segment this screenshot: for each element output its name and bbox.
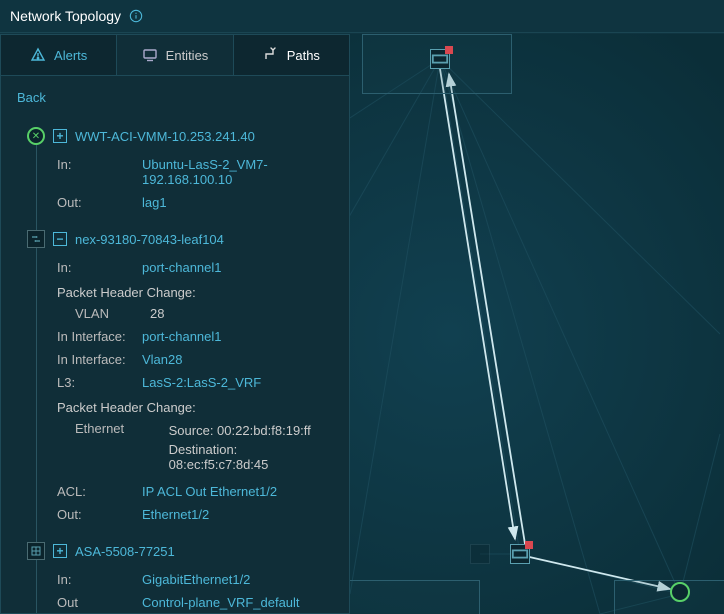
tab-entities[interactable]: Entities (117, 35, 233, 75)
kv-label-in: In: (57, 260, 142, 275)
path-node: − nex-93180-70843-leaf104 In: port-chann… (27, 222, 333, 534)
info-icon[interactable] (129, 9, 143, 23)
kv-value-inif2[interactable]: Vlan28 (142, 352, 182, 367)
topology-region-br (614, 580, 724, 614)
firewall-icon (27, 542, 45, 560)
tab-entities-label: Entities (166, 48, 209, 63)
topology-node-endpoint[interactable] (670, 582, 690, 602)
section-packet-header-2: Packet Header Change: (57, 394, 333, 417)
kv-label-inif2: In Interface: (57, 352, 142, 367)
panel-tabs: Alerts Entities Paths (1, 35, 349, 76)
kv-label-inif1: In Interface: (57, 329, 142, 344)
expand-toggle[interactable]: + (53, 544, 67, 558)
eth-label: Ethernet (75, 421, 169, 474)
tab-paths-label: Paths (287, 48, 320, 63)
path-node: + ASA-5508-77251 In: GigabitEthernet1/2 … (27, 534, 333, 614)
kv-value-in[interactable]: Ubuntu-LasS-2_VM7-192.168.100.10 (142, 157, 322, 187)
kv-label-in: In: (57, 157, 142, 172)
tree-connector (36, 248, 37, 544)
back-link[interactable]: Back (1, 76, 349, 119)
node-title[interactable]: nex-93180-70843-leaf104 (75, 232, 224, 247)
page-header: Network Topology (0, 0, 724, 33)
eth-source: Source: 00:22:bd:f8:19:ff (169, 421, 333, 440)
kv-label-vlan: VLAN (75, 306, 150, 321)
kv-value-out[interactable]: Control-plane_VRF_default (142, 595, 300, 610)
alert-icon (30, 47, 46, 63)
topology-node-mid[interactable] (510, 544, 530, 564)
path-tree: ✕ + WWT-ACI-VMM-10.253.241.40 In: Ubuntu… (1, 119, 349, 614)
section-packet-header: Packet Header Change: (57, 279, 333, 302)
paths-icon (263, 47, 279, 63)
monitor-icon (142, 47, 158, 63)
node-title[interactable]: ASA-5508-77251 (75, 544, 175, 559)
eth-dest: Destination: 08:ec:f5:c7:8d:45 (169, 440, 333, 474)
kv-value-out[interactable]: Ethernet1/2 (142, 507, 209, 522)
kv-label-l3: L3: (57, 375, 142, 390)
side-panel: Alerts Entities Paths Back ✕ + WWT-ACI-V… (0, 34, 350, 614)
kv-label-out: Out (57, 595, 142, 610)
expand-toggle[interactable]: + (53, 129, 67, 143)
tab-alerts[interactable]: Alerts (1, 35, 117, 75)
tab-alerts-label: Alerts (54, 48, 87, 63)
kv-label-acl: ACL: (57, 484, 142, 499)
kv-value-in[interactable]: GigabitEthernet1/2 (142, 572, 250, 587)
node-title[interactable]: WWT-ACI-VMM-10.253.241.40 (75, 129, 255, 144)
kv-value-acl[interactable]: IP ACL Out Ethernet1/2 (142, 484, 277, 499)
kv-value-out[interactable]: lag1 (142, 195, 167, 210)
kv-value-l3[interactable]: LasS-2:LasS-2_VRF (142, 375, 261, 390)
kv-label-out: Out: (57, 195, 142, 210)
kv-label-out: Out: (57, 507, 142, 522)
tree-connector (36, 560, 37, 614)
topology-node-mid-fade[interactable] (470, 544, 490, 564)
kv-value-in[interactable]: port-channel1 (142, 260, 222, 275)
collapse-toggle[interactable]: − (53, 232, 67, 246)
switch-icon (27, 230, 45, 248)
kv-value-vlan: 28 (150, 306, 164, 321)
tree-connector (36, 145, 37, 232)
kv-value-inif1[interactable]: port-channel1 (142, 329, 222, 344)
kv-label-in: In: (57, 572, 142, 587)
page-title: Network Topology (10, 8, 121, 24)
tab-paths[interactable]: Paths (234, 35, 349, 75)
topology-region-bl (348, 580, 480, 614)
topology-node-top[interactable] (430, 49, 450, 69)
vm-icon: ✕ (27, 127, 45, 145)
path-node: ✕ + WWT-ACI-VMM-10.253.241.40 In: Ubuntu… (27, 119, 333, 222)
